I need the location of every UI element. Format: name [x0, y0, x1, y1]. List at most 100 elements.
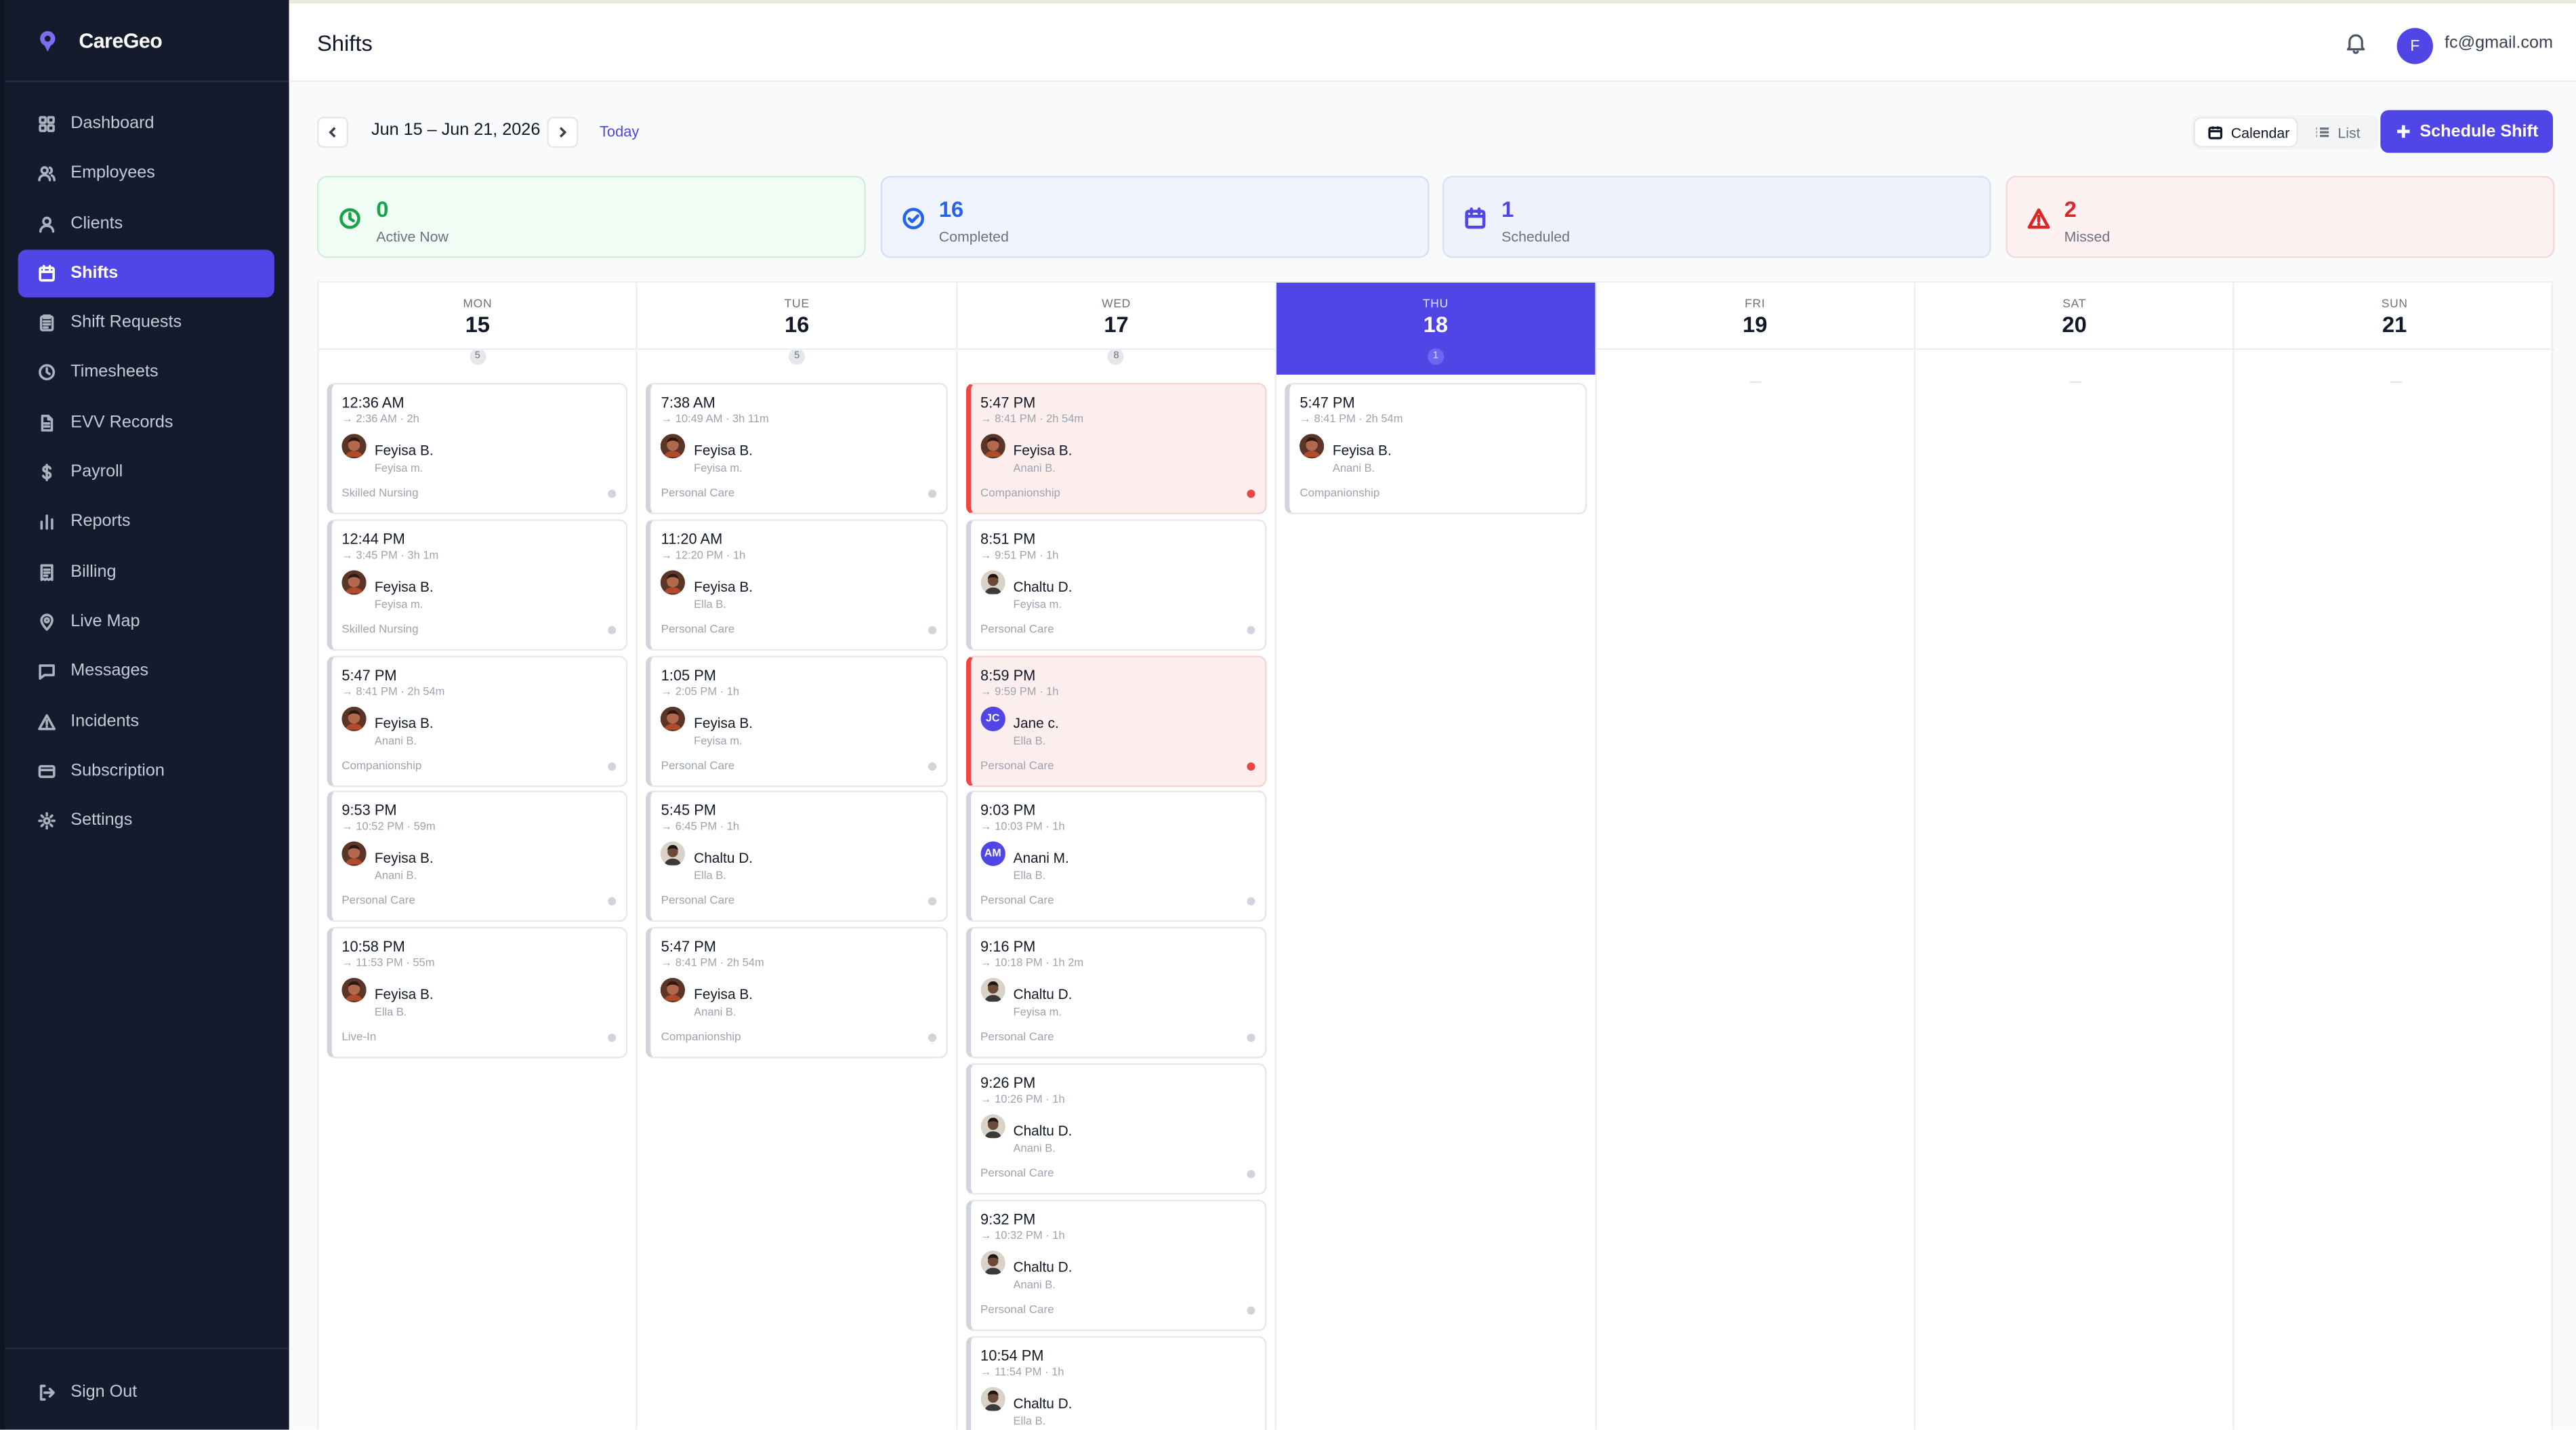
bell-icon[interactable] — [2344, 31, 2367, 54]
shift-card[interactable]: 5:47 PM → 8:41 PM · 2h 54m Feyisa B. Anani … — [1285, 382, 1587, 514]
shift-end-duration: → 10:03 PM · 1h — [980, 822, 1065, 834]
sidebar-item-shift-requests[interactable]: Shift Requests — [18, 300, 274, 347]
employee-avatar — [341, 842, 367, 867]
shift-card[interactable]: 9:32 PM → 10:32 PM · 1h Chaltu D. Anani B. P… — [965, 1199, 1267, 1331]
client-name: Ella B. — [1013, 1416, 1046, 1428]
week-calendar: MON 15 5 12:36 AM → 2:36 AM · 2h Feyisa B. Fey… — [316, 281, 2554, 1430]
sign-out-label: Sign Out — [70, 1383, 138, 1402]
shift-card[interactable]: 5:45 PM → 6:45 PM · 1h Chaltu D. Ella B. Per… — [646, 791, 948, 923]
user-email[interactable]: fc@gmail.com — [2445, 35, 2553, 53]
shift-card[interactable]: 8:59 PM → 9:59 PM · 1h JC Jane c. Ella B. Per… — [965, 655, 1267, 787]
sidebar-item-timesheets[interactable]: Timesheets — [18, 349, 274, 396]
service-type: Companionship — [1300, 488, 1380, 500]
stat-label: Scheduled — [1501, 228, 1570, 245]
shift-end-duration: → 9:51 PM · 1h — [980, 550, 1059, 562]
shift-card[interactable]: 5:47 PM → 8:41 PM · 2h 54m Feyisa B. Anani … — [646, 926, 948, 1059]
day-header[interactable]: SAT 20 — [1915, 283, 2233, 348]
day-header[interactable]: SUN 21 — [2235, 283, 2554, 348]
sidebar-item-employees[interactable]: Employees — [18, 150, 274, 197]
employee-name: Chaltu D. — [1013, 1394, 1073, 1411]
shift-card[interactable]: 11:20 AM → 12:20 PM · 1h Feyisa B. Ella B. P… — [646, 518, 948, 651]
today-button[interactable]: Today — [600, 123, 639, 140]
prev-week-button[interactable] — [316, 117, 349, 148]
sidebar-item-label: Shifts — [70, 264, 119, 283]
shift-end-duration: → 8:41 PM · 2h 54m — [1300, 414, 1403, 426]
shift-card[interactable]: 10:54 PM → 11:54 PM · 1h Chaltu D. Ella B. — [965, 1335, 1267, 1430]
sidebar-item-settings[interactable]: Settings — [18, 797, 274, 844]
day-number: 21 — [2382, 312, 2407, 338]
dollar-icon — [41, 464, 52, 482]
sidebar-item-dashboard[interactable]: Dashboard — [18, 100, 274, 148]
service-type: Personal Care — [980, 624, 1054, 636]
shift-card[interactable]: 10:58 PM → 11:53 PM · 55m Feyisa B. Ella B.… — [327, 926, 629, 1059]
employee-name: Feyisa B. — [374, 578, 434, 595]
day-number: 17 — [1104, 312, 1129, 338]
employee-name: Feyisa B. — [694, 986, 753, 1003]
sidebar-item-clients[interactable]: Clients — [18, 200, 274, 247]
employee-avatar — [980, 434, 1005, 459]
client-name: Feyisa m. — [694, 463, 743, 475]
sidebar-item-incidents[interactable]: Incidents — [18, 697, 274, 745]
receipt-icon — [40, 563, 54, 581]
sidebar-item-reports[interactable]: Reports — [18, 499, 274, 546]
day-header[interactable]: TUE 16 5 — [638, 283, 956, 365]
shift-card[interactable]: 12:36 AM → 2:36 AM · 2h Feyisa B. Feyisa m.… — [327, 382, 629, 514]
list-view-button[interactable]: List — [2314, 119, 2361, 146]
day-column-fri: FRI 19 — [1596, 283, 1916, 1430]
shift-end-duration: → 10:26 PM · 1h — [980, 1094, 1065, 1106]
day-of-week: MON — [463, 295, 493, 311]
sidebar-item-label: Shift Requests — [70, 314, 182, 333]
service-type: Personal Care — [980, 1168, 1054, 1180]
shift-end-duration: → 2:36 AM · 2h — [341, 414, 419, 426]
sidebar-item-label: Subscription — [70, 762, 165, 781]
shift-card[interactable]: 1:05 PM → 2:05 PM · 1h Feyisa B. Feyisa m. P… — [646, 655, 948, 787]
employee-avatar — [980, 1250, 1005, 1275]
shift-end-duration: → 8:41 PM · 2h 54m — [661, 958, 764, 971]
day-column-mon: MON 15 5 12:36 AM → 2:36 AM · 2h Feyisa B. Fey… — [318, 283, 638, 1430]
user-avatar[interactable]: F — [2396, 28, 2433, 64]
brand[interactable]: CareGeo — [5, 0, 289, 83]
shift-card[interactable]: 9:03 PM → 10:03 PM · 1h AM Anani M. Ella B. P… — [965, 791, 1267, 923]
app-name: CareGeo — [79, 28, 163, 52]
day-header[interactable]: FRI 19 — [1596, 283, 1914, 348]
employee-name: Feyisa B. — [374, 442, 434, 459]
sidebar-item-evv-records[interactable]: EVV Records — [18, 399, 274, 447]
list-view-label: List — [2338, 124, 2361, 141]
empty-day-indicator — [1749, 381, 1762, 383]
sidebar-item-subscription[interactable]: Subscription — [18, 748, 274, 795]
sidebar-item-payroll[interactable]: Payroll — [18, 449, 274, 496]
day-header[interactable]: WED 17 8 — [957, 283, 1275, 365]
schedule-shift-label: Schedule Shift — [2419, 122, 2539, 141]
message-icon — [39, 664, 55, 680]
sign-out-button[interactable]: Sign Out — [18, 1369, 274, 1416]
day-header[interactable]: THU 18 1 — [1276, 283, 1595, 375]
stat-value: 16 — [938, 197, 964, 222]
shift-card[interactable]: 7:38 AM → 10:49 AM · 3h 11m Feyisa B. Feyis… — [646, 382, 948, 514]
calendar-view-button[interactable]: Calendar — [2195, 118, 2297, 146]
next-week-button[interactable] — [547, 117, 579, 148]
day-header[interactable]: MON 15 5 — [318, 283, 636, 365]
sidebar-item-billing[interactable]: Billing — [18, 548, 274, 596]
shift-card[interactable]: 9:16 PM → 10:18 PM · 1h 2m Chaltu D. Feyisa… — [965, 926, 1267, 1059]
shift-card[interactable]: 8:51 PM → 9:51 PM · 1h Chaltu D. Feyisa m. P… — [965, 518, 1267, 651]
status-dot — [928, 897, 936, 906]
chevron-left-icon — [329, 127, 336, 138]
schedule-shift-button[interactable]: Schedule Shift — [2380, 110, 2553, 153]
shift-card[interactable]: 9:53 PM → 10:52 PM · 59m Feyisa B. Anani B.… — [327, 791, 629, 923]
shift-card[interactable]: 9:26 PM → 10:26 PM · 1h Chaltu D. Anani B. P… — [965, 1063, 1267, 1195]
shift-card[interactable]: 5:47 PM → 8:41 PM · 2h 54m Feyisa B. Anani … — [327, 655, 629, 787]
shift-card[interactable]: 5:47 PM → 8:41 PM · 2h 54m Feyisa B. Anani … — [965, 382, 1267, 514]
day-number: 16 — [784, 312, 810, 338]
sidebar-item-label: EVV Records — [70, 413, 173, 432]
sidebar-item-label: Messages — [70, 662, 149, 681]
shift-start-time: 9:53 PM — [341, 802, 397, 819]
map-pin-icon — [40, 613, 54, 631]
shift-card[interactable]: 12:44 PM → 3:45 PM · 3h 1m Feyisa B. Feyisa… — [327, 518, 629, 651]
sidebar-item-live-map[interactable]: Live Map — [18, 598, 274, 646]
status-dot — [608, 626, 617, 634]
shift-end-duration: → 9:59 PM · 1h — [980, 686, 1059, 698]
header-divider — [1915, 348, 2234, 350]
service-type: Skilled Nursing — [341, 624, 419, 636]
sidebar-item-messages[interactable]: Messages — [18, 648, 274, 695]
sidebar-item-shifts[interactable]: Shifts — [18, 249, 274, 298]
